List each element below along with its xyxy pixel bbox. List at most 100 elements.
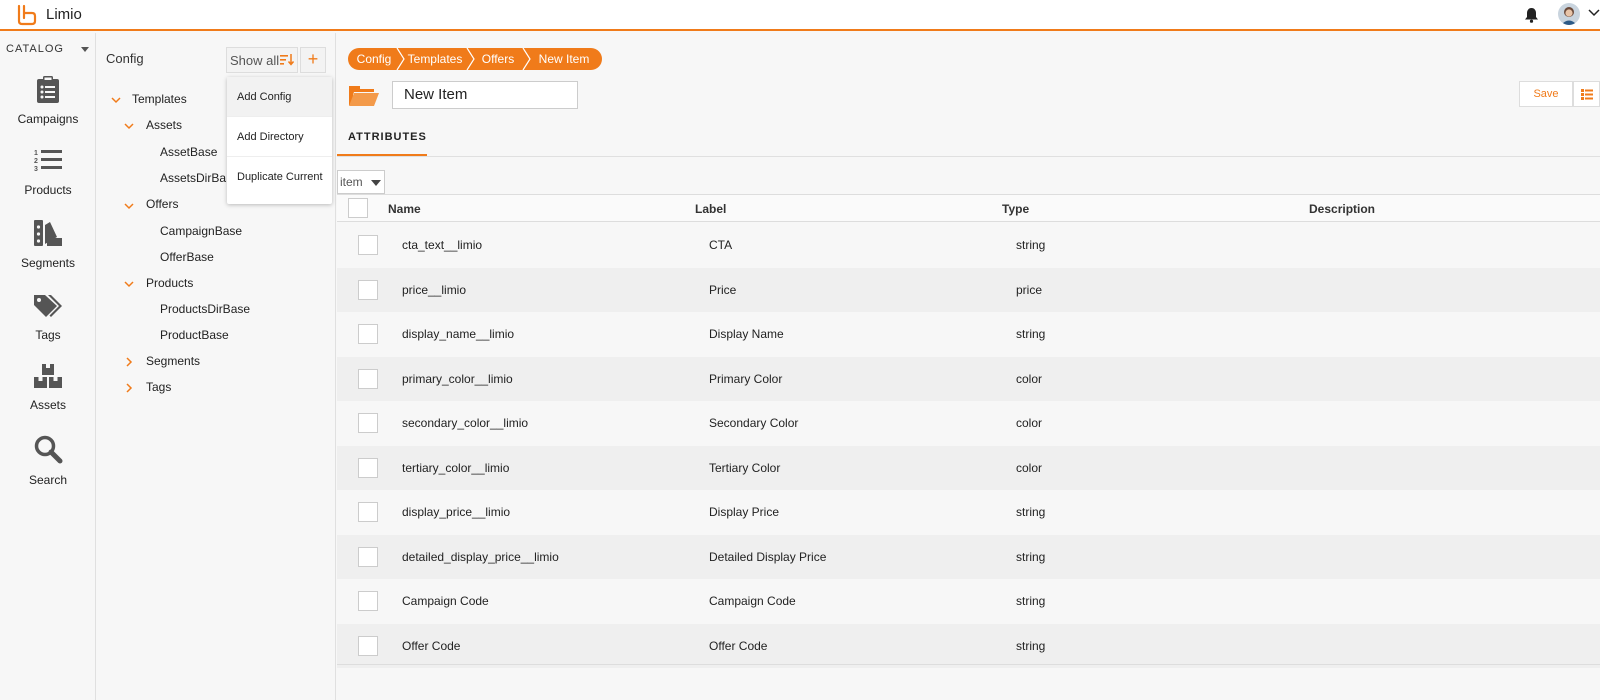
chevron-down-icon[interactable] — [124, 121, 134, 131]
table-row[interactable]: tertiary_color__limio Tertiary Color color — [337, 445, 1600, 490]
menu-item-add-config[interactable]: Add Config — [227, 77, 332, 117]
tree-title: Config — [106, 51, 144, 66]
chevron-down-icon[interactable] — [124, 201, 134, 211]
cell-name: Offer Code — [402, 638, 461, 653]
breadcrumb-new-item[interactable]: New Item — [526, 48, 602, 70]
row-checkbox[interactable] — [358, 413, 378, 433]
show-all-label: Show all — [230, 53, 280, 68]
caret-down-icon[interactable] — [81, 47, 89, 52]
caret-down-icon — [371, 180, 381, 186]
table-row[interactable]: primary_color__limio Primary Color color — [337, 356, 1600, 401]
cell-name: secondary_color__limio — [402, 416, 529, 430]
row-checkbox[interactable] — [358, 591, 378, 611]
brand-name: Limio — [46, 6, 82, 23]
tags-icon — [34, 295, 62, 317]
table-row[interactable]: Offer Code Offer Code string — [337, 623, 1600, 668]
cell-label: Detailed Display Price — [709, 549, 827, 564]
table-row[interactable]: cta_text__limio CTA string — [337, 223, 1600, 267]
search-icon — [34, 435, 63, 464]
tree-node-assetbase[interactable]: AssetBase — [160, 145, 217, 159]
select-all-checkbox[interactable] — [348, 198, 368, 218]
nav-campaigns[interactable]: Campaigns — [0, 75, 96, 126]
cell-label: CTA — [709, 238, 733, 252]
chevron-down-icon[interactable] — [124, 279, 134, 289]
bell-icon[interactable] — [1524, 7, 1539, 23]
column-header-description[interactable]: Description — [1309, 202, 1375, 216]
cell-type: color — [1016, 416, 1043, 430]
tree-node-segments[interactable]: Segments — [146, 354, 200, 368]
row-checkbox[interactable] — [358, 457, 378, 478]
row-checkbox[interactable] — [358, 502, 378, 522]
table-row[interactable]: display_price__limio Display Price string — [337, 490, 1600, 534]
logo-icon[interactable] — [16, 4, 38, 26]
nav-label: Products — [24, 183, 72, 197]
chevron-right-icon[interactable] — [124, 383, 134, 393]
cell-type: string — [1016, 549, 1046, 564]
cell-label: Display Name — [709, 327, 784, 341]
tree-node-offerbase[interactable]: OfferBase — [160, 250, 214, 264]
table-row[interactable]: detailed_display_price__limio Detailed Di… — [337, 534, 1600, 579]
cell-type: color — [1016, 371, 1043, 386]
cell-label: Offer Code — [709, 638, 768, 653]
breadcrumb-config[interactable]: Config — [348, 48, 400, 70]
nav-products[interactable]: 1 2 3 Products — [0, 148, 96, 197]
tree-node-assetsdirbase[interactable]: AssetsDirBase — [160, 171, 226, 185]
nav-tags[interactable]: Tags — [0, 293, 96, 342]
menu-item-add-directory[interactable]: Add Directory — [227, 117, 332, 157]
sort-icon — [280, 54, 294, 66]
column-header-name[interactable]: Name — [388, 202, 421, 216]
nav-label: Campaigns — [17, 112, 79, 126]
tree-node-templates[interactable]: Templates — [132, 92, 187, 106]
row-checkbox[interactable] — [358, 368, 378, 389]
table-row[interactable]: price__limio Price price — [337, 267, 1600, 312]
nav-search[interactable]: Search — [0, 434, 96, 487]
svg-text:1: 1 — [34, 150, 38, 157]
segments-icon — [34, 220, 62, 246]
cell-type: string — [1016, 505, 1046, 519]
row-checkbox[interactable] — [358, 546, 378, 567]
item-select-value: item — [340, 175, 363, 189]
nav-segments[interactable]: Segments — [0, 219, 96, 270]
column-header-label[interactable]: Label — [695, 202, 726, 216]
list-icon — [1581, 89, 1593, 100]
column-header-type[interactable]: Type — [1002, 202, 1029, 216]
chevron-down-icon[interactable] — [111, 95, 121, 105]
nav-label: Segments — [20, 256, 76, 270]
row-checkbox[interactable] — [358, 635, 378, 656]
cell-label: Campaign Code — [709, 594, 796, 608]
cell-name: Campaign Code — [402, 594, 489, 608]
item-name-input[interactable]: New Item — [392, 81, 578, 109]
cell-label: Price — [709, 282, 737, 297]
tree-node-products[interactable]: Products — [146, 276, 193, 290]
breadcrumb-label: Config — [356, 52, 392, 66]
tree-node-campaignbase[interactable]: CampaignBase — [160, 224, 242, 238]
chevron-right-icon[interactable] — [124, 357, 134, 367]
cell-type: string — [1016, 327, 1046, 341]
show-all-button[interactable]: Show all — [226, 47, 298, 73]
add-button[interactable]: + — [300, 47, 326, 73]
table-row[interactable]: secondary_color__limio Secondary Color col… — [337, 401, 1600, 445]
avatar[interactable] — [1558, 3, 1580, 25]
tree-node-assets[interactable]: Assets — [146, 118, 182, 132]
menu-item-duplicate-current[interactable]: Duplicate Current — [227, 157, 332, 197]
main-panel: Config Templates Offers New Item New Ite… — [337, 33, 1600, 700]
breadcrumb-offers[interactable]: Offers — [470, 48, 526, 70]
tree-node-tags[interactable]: Tags — [146, 380, 171, 394]
nav-label: Tags — [35, 328, 61, 342]
list-view-button[interactable] — [1573, 81, 1600, 107]
breadcrumb-templates[interactable]: Templates — [400, 48, 470, 70]
row-checkbox[interactable] — [358, 279, 378, 300]
cell-type: string — [1016, 638, 1046, 653]
save-button[interactable]: Save — [1519, 81, 1573, 107]
tree-node-productbase[interactable]: ProductBase — [160, 328, 229, 342]
table-row[interactable]: Campaign Code Campaign Code string — [337, 579, 1600, 623]
item-select[interactable]: item — [337, 170, 385, 194]
tree-node-offers[interactable]: Offers — [146, 197, 178, 211]
tab-attributes[interactable]: ATTRIBUTES — [348, 131, 427, 143]
row-checkbox[interactable] — [358, 235, 378, 255]
nav-assets[interactable]: Assets — [0, 363, 96, 412]
tree-node-productsdirbase[interactable]: ProductsDirBase — [160, 302, 250, 316]
table-row[interactable]: display_name__limio Display Name string — [337, 312, 1600, 356]
chevron-down-icon[interactable] — [1588, 8, 1600, 18]
row-checkbox[interactable] — [358, 324, 378, 344]
